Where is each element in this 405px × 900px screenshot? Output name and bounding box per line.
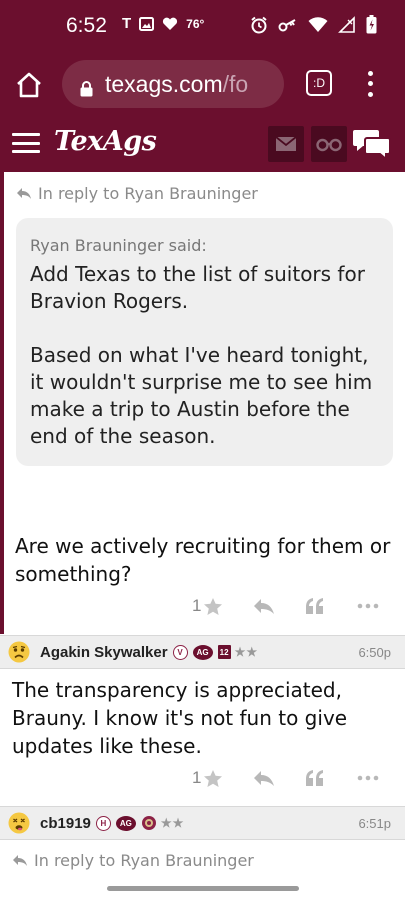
reply-to-label: In reply to Ryan Brauninger [34,851,254,870]
alarm-icon [251,16,267,33]
avatar[interactable] [8,641,30,663]
quote-icon [306,769,324,786]
browser-menu-button[interactable] [360,68,380,100]
star-button[interactable]: 1 [192,596,223,616]
t-mobile-icon: T [122,15,132,32]
post-time: 6:51p [358,815,391,831]
reply-icon [254,598,275,614]
binoculars-icon [316,138,342,152]
post-actions: 1 [192,596,379,616]
url-path: /fo [222,70,249,97]
badge-h: H [95,815,111,831]
reply-to-link[interactable]: In reply to Ryan Brauninger [12,851,254,870]
post-body: The transparency is appreciated, Brauny.… [12,678,348,758]
reply-button[interactable] [253,770,275,787]
address-bar[interactable]: texags.com/fo [62,60,284,108]
star-count: 1 [192,768,202,787]
post-actions: 1 [192,768,379,788]
quote-icon [306,597,324,614]
status-notification-icons: T 76° [122,15,204,32]
reply-to-link[interactable]: In reply to Ryan Brauninger [16,184,258,203]
username[interactable]: cb1919 [40,815,91,832]
gesture-nav-handle[interactable] [107,886,299,891]
more-options-button[interactable] [357,775,379,781]
badge-v: V [172,644,188,660]
url-host: texags.com [105,70,223,97]
key-icon [278,18,296,31]
thread-indicator-bar [0,172,4,634]
more-icon [358,775,379,781]
star-button[interactable]: 1 [192,768,223,788]
avatar[interactable] [8,812,30,834]
quote-text: Add Texas to the list of suitors for Bra… [30,262,373,448]
wifi-icon [308,16,328,32]
home-icon [17,72,41,98]
status-bar: 6:52 T 76° [0,0,405,56]
chat-bubbles-icon [353,130,391,162]
reply-arrow-icon [13,855,27,866]
site-header: TexAgs [0,114,405,172]
watchlist-button[interactable] [311,126,347,162]
post-header: Agakin Skywalker V AG 12 ★★ 6:50p [0,635,405,669]
star-icon [204,769,223,787]
badge-ag: AG [192,644,213,660]
envelope-icon [275,136,297,151]
more-icon [358,603,379,609]
signal-icon [338,15,355,33]
reply-icon [254,770,275,786]
lock-icon [80,76,93,97]
username[interactable]: Agakin Skywalker [40,644,168,661]
post-time: 6:50p [358,644,391,660]
quote-button[interactable] [305,769,325,787]
status-system-icons [250,15,377,34]
badge-12th-man: 12 [217,645,231,659]
star-icon [204,597,223,615]
chat-button[interactable] [352,128,392,162]
status-time: 6:52 [66,14,107,37]
reply-button[interactable] [253,598,275,615]
quote-button[interactable] [305,597,325,615]
image-icon [139,16,155,31]
reply-to-label: In reply to Ryan Brauninger [38,184,258,203]
browser-toolbar: texags.com/fo :D [0,56,405,114]
temperature: 76° [186,16,205,31]
quote-author: Ryan Brauninger said: [30,236,207,255]
user-stars: ★★ [234,645,259,659]
tab-switcher-button[interactable]: :D [306,70,332,96]
battery-icon [366,15,377,34]
ring-badge-icon [141,815,157,831]
post-header: cb1919 H AG ★★ 6:51p [0,806,405,840]
star-count: 1 [192,596,202,615]
messages-button[interactable] [268,126,304,162]
more-options-button[interactable] [357,603,379,609]
user-stars: ★★ [160,816,185,830]
home-button[interactable] [12,68,46,102]
site-logo[interactable]: TexAgs [54,126,157,157]
quote-block: Ryan Brauninger said: Add Texas to the l… [16,218,393,466]
reply-arrow-icon [17,188,31,199]
hamburger-menu-icon[interactable] [12,133,40,153]
heart-icon [163,17,178,30]
badge-ag: AG [115,815,136,831]
post-body: Are we actively recruiting for them or s… [15,534,391,586]
